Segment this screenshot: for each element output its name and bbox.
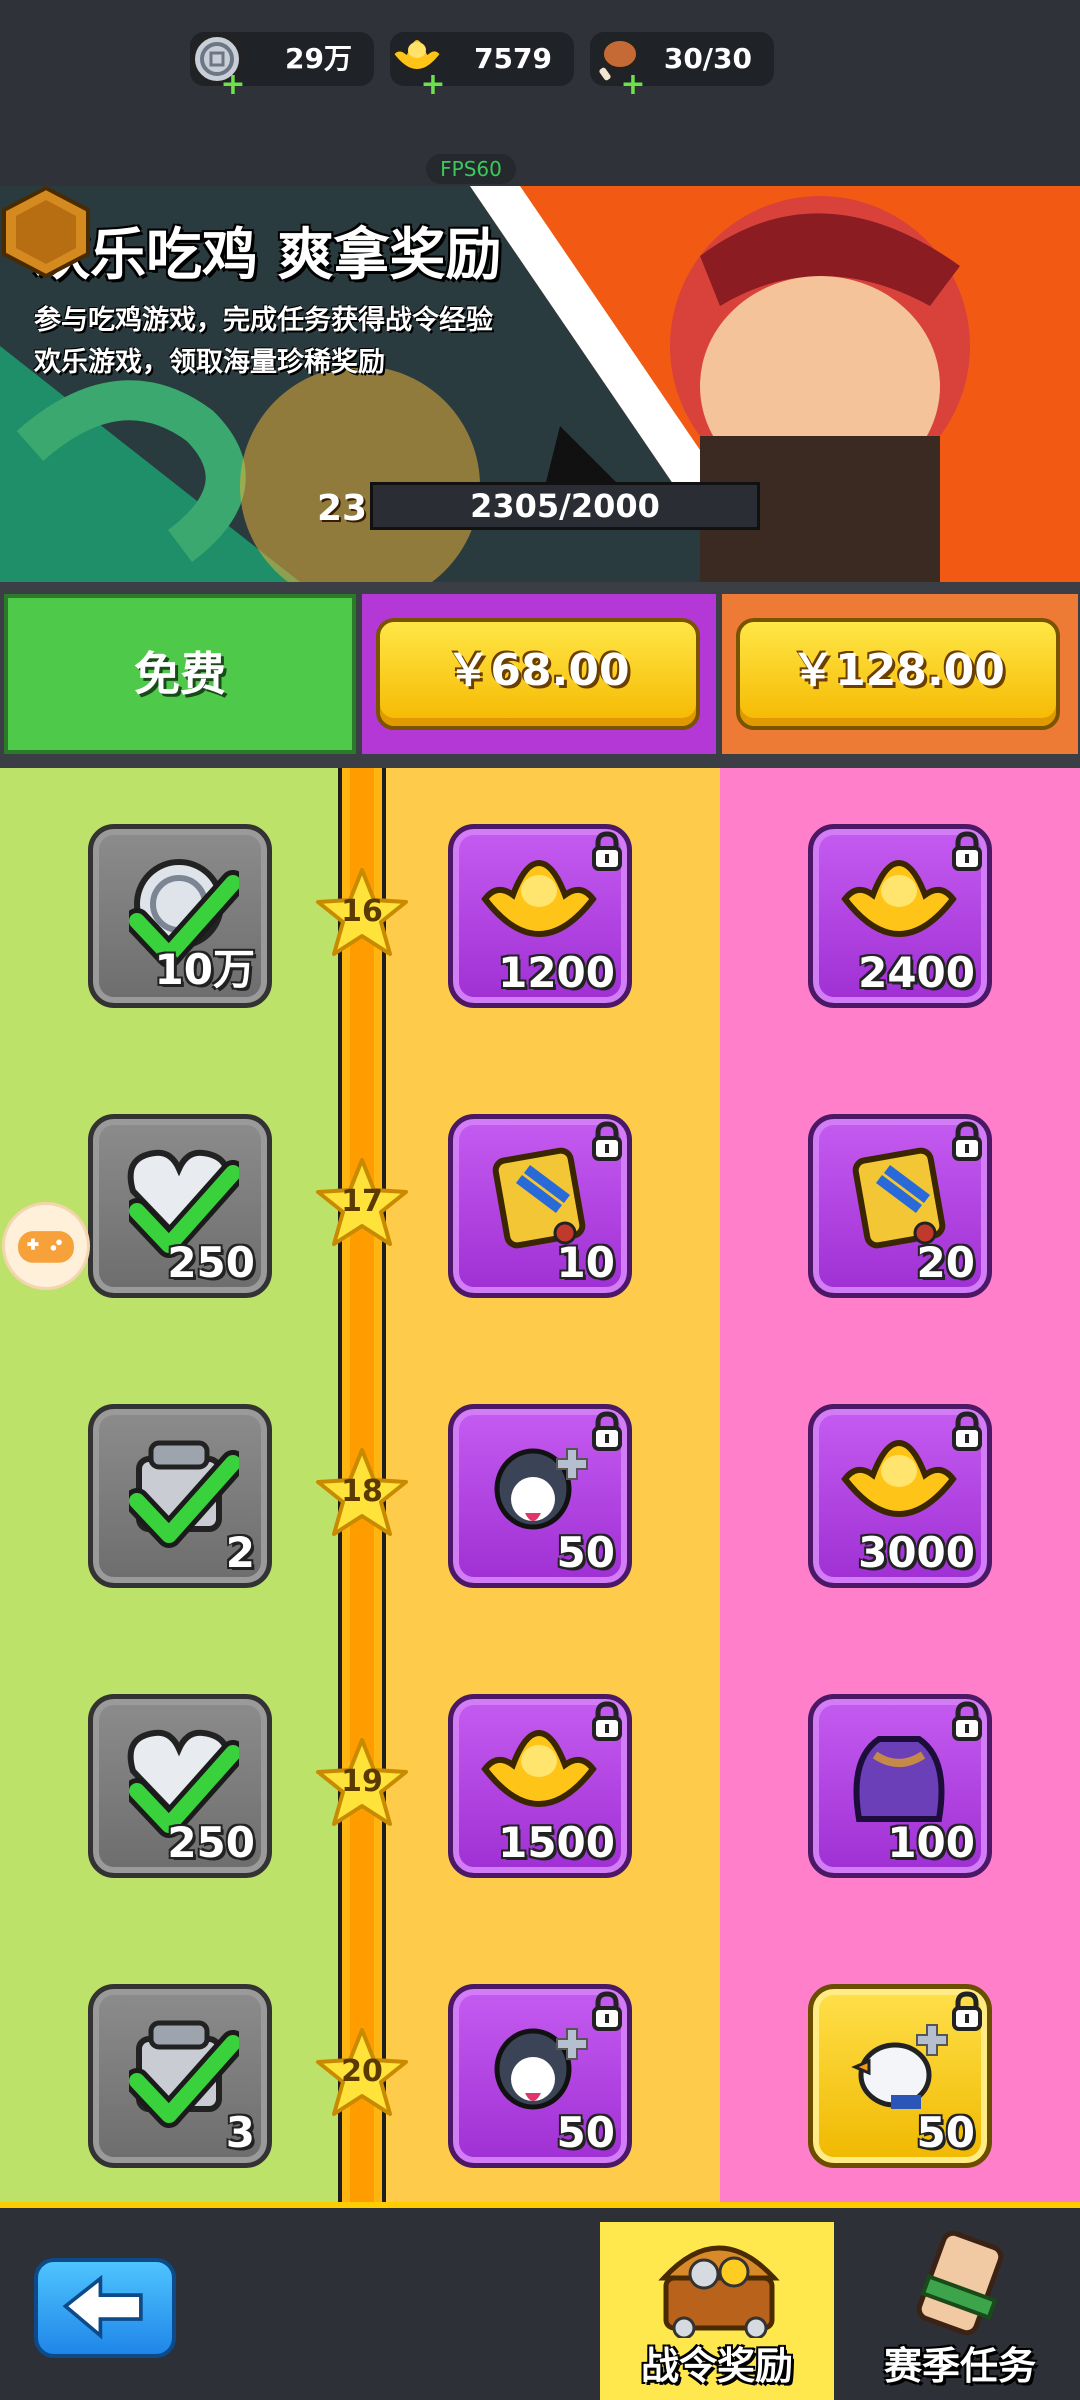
- silver-amount: 29万: [285, 42, 352, 75]
- tab-season-tasks-label: 赛季任务: [883, 2344, 1036, 2388]
- reward-tile-tier2[interactable]: 20: [808, 1114, 992, 1298]
- reward-tile-free[interactable]: 2: [88, 1404, 272, 1588]
- gold-ingot-resource[interactable]: + 7579: [389, 32, 574, 100]
- add-stamina-icon[interactable]: +: [620, 70, 646, 100]
- husky-fragment-icon: [494, 2028, 588, 2110]
- reward-quantity: 20: [916, 1238, 975, 1287]
- reward-tile-tier2[interactable]: 3000: [808, 1404, 992, 1588]
- reward-tile-free[interactable]: 250: [88, 1114, 272, 1298]
- current-level: 23: [316, 488, 368, 529]
- gold-ingot-icon: [841, 859, 957, 937]
- reward-quantity: 10万: [154, 945, 255, 994]
- reward-quantity: 10: [556, 1238, 615, 1287]
- reward-quantity: 3000: [858, 1528, 975, 1577]
- husky-fragment-icon: [494, 1448, 588, 1530]
- lock-icon: [592, 1991, 622, 2031]
- claimed-check-icon: [129, 2030, 239, 2128]
- lock-icon: [952, 1411, 982, 1451]
- lock-icon: [952, 1121, 982, 1161]
- lock-icon: [592, 1701, 622, 1741]
- goose-fragment-icon: [851, 2024, 948, 2109]
- fps-indicator: FPS60: [426, 154, 516, 184]
- scroll-quest-icon: [916, 2230, 1004, 2336]
- reward-tile-tier1[interactable]: 1200: [448, 824, 632, 1008]
- buy-tier-1-button[interactable]: ￥68.00: [376, 618, 700, 730]
- xp-progress-bar: 2305/2000: [370, 482, 760, 530]
- reward-tile-tier2[interactable]: 2400: [808, 824, 992, 1008]
- reward-quantity: 2400: [858, 948, 975, 997]
- scroll-token-icon: [852, 1147, 946, 1249]
- level-number: 20: [341, 2054, 383, 2089]
- reward-tile-tier1[interactable]: 1500: [448, 1694, 632, 1878]
- add-gold-icon[interactable]: +: [420, 70, 446, 100]
- reward-tile-tier1[interactable]: 50: [448, 1984, 632, 2168]
- level-number: 17: [341, 1184, 383, 1219]
- reward-quantity: 50: [556, 2108, 615, 2157]
- gamepad-icon: [18, 1231, 74, 1263]
- tier-1-header: ￥68.00: [362, 594, 716, 754]
- top-bar: + 29万 + 7579 + 30/30 FPS60: [0, 0, 1080, 186]
- buy-tier-2-button[interactable]: ￥128.00: [736, 618, 1060, 730]
- level-badge-icon: [2, 186, 90, 278]
- back-button[interactable]: [34, 2258, 176, 2358]
- stamina-amount: 30/30: [663, 42, 752, 75]
- reward-quantity: 100: [887, 1818, 975, 1867]
- tab-season-tasks[interactable]: 赛季任务: [840, 2222, 1080, 2400]
- reward-grid[interactable]: 16 10万 1200 2400 17 250 10 20 18 2 50 3000 19 250 1500…: [0, 768, 1080, 2218]
- gold-amount: 7579: [474, 42, 552, 75]
- gold-ingot-icon: [481, 1729, 597, 1807]
- scroll-token-icon: [492, 1147, 586, 1249]
- banner-desc-1: 参与吃鸡游戏，完成任务获得战令经验: [34, 305, 493, 336]
- tab-pass-rewards[interactable]: 战令奖励: [600, 2222, 834, 2400]
- reward-tile-tier1[interactable]: 50: [448, 1404, 632, 1588]
- banner-title: 欢乐吃鸡 爽拿奖励: [34, 223, 502, 288]
- reward-quantity: 50: [916, 2108, 975, 2157]
- reward-tile-tier2[interactable]: 50: [808, 1984, 992, 2168]
- reward-tile-tier1[interactable]: 10: [448, 1114, 632, 1298]
- reward-tile-free[interactable]: 10万: [88, 824, 272, 1008]
- reward-quantity: 2: [225, 1528, 255, 1577]
- silver-coin-resource[interactable]: + 29万: [190, 32, 374, 100]
- lock-icon: [592, 1411, 622, 1451]
- reward-tile-free[interactable]: 3: [88, 1984, 272, 2168]
- level-number: 19: [341, 1764, 383, 1799]
- level-number: 16: [341, 894, 383, 929]
- reward-quantity: 1500: [498, 1818, 615, 1867]
- gold-ingot-icon: [481, 859, 597, 937]
- reward-tile-tier2[interactable]: 100: [808, 1694, 992, 1878]
- tier-2-price: ￥128.00: [791, 645, 1005, 696]
- claimed-check-icon: [129, 1450, 239, 1548]
- reward-quantity: 250: [167, 1818, 255, 1867]
- reward-tile-free[interactable]: 250: [88, 1694, 272, 1878]
- banner-desc-2: 欢乐游戏，领取海量珍稀奖励: [34, 347, 385, 378]
- lock-icon: [592, 831, 622, 871]
- tier-1-price: ￥68.00: [446, 645, 630, 696]
- lock-icon: [952, 1991, 982, 2031]
- season-banner: 欢乐吃鸡 爽拿奖励 参与吃鸡游戏，完成任务获得战令经验 欢乐游戏，领取海量珍稀奖…: [0, 186, 1080, 582]
- tab-pass-rewards-label: 战令奖励: [640, 2344, 793, 2388]
- reward-quantity: 50: [556, 1528, 615, 1577]
- bottom-nav: 战令奖励 赛季任务: [0, 2208, 1080, 2400]
- gold-ingot-icon: [841, 1439, 957, 1517]
- tier-free-header: 免费: [4, 594, 356, 754]
- reward-quantity: 1200: [498, 948, 615, 997]
- lock-icon: [952, 831, 982, 871]
- stamina-resource[interactable]: + 30/30: [590, 32, 774, 100]
- xp-progress-text: 2305/2000: [470, 487, 660, 525]
- tier-2-header: ￥128.00: [722, 594, 1078, 754]
- level-number: 18: [341, 1474, 383, 1509]
- tier-free-label: 免费: [134, 647, 226, 701]
- back-arrow-icon: [62, 2274, 143, 2340]
- reward-quantity: 250: [167, 1238, 255, 1287]
- reward-quantity: 3: [225, 2108, 255, 2157]
- lock-icon: [952, 1701, 982, 1741]
- purple-bag-icon: [853, 1736, 945, 1822]
- treasure-chest-icon: [658, 2245, 780, 2338]
- floating-gamepad-button[interactable]: [2, 1202, 90, 1290]
- lock-icon: [592, 1121, 622, 1161]
- add-silver-icon[interactable]: +: [220, 70, 246, 100]
- tier-header-row: 免费 ￥68.00 ￥128.00: [0, 582, 1080, 768]
